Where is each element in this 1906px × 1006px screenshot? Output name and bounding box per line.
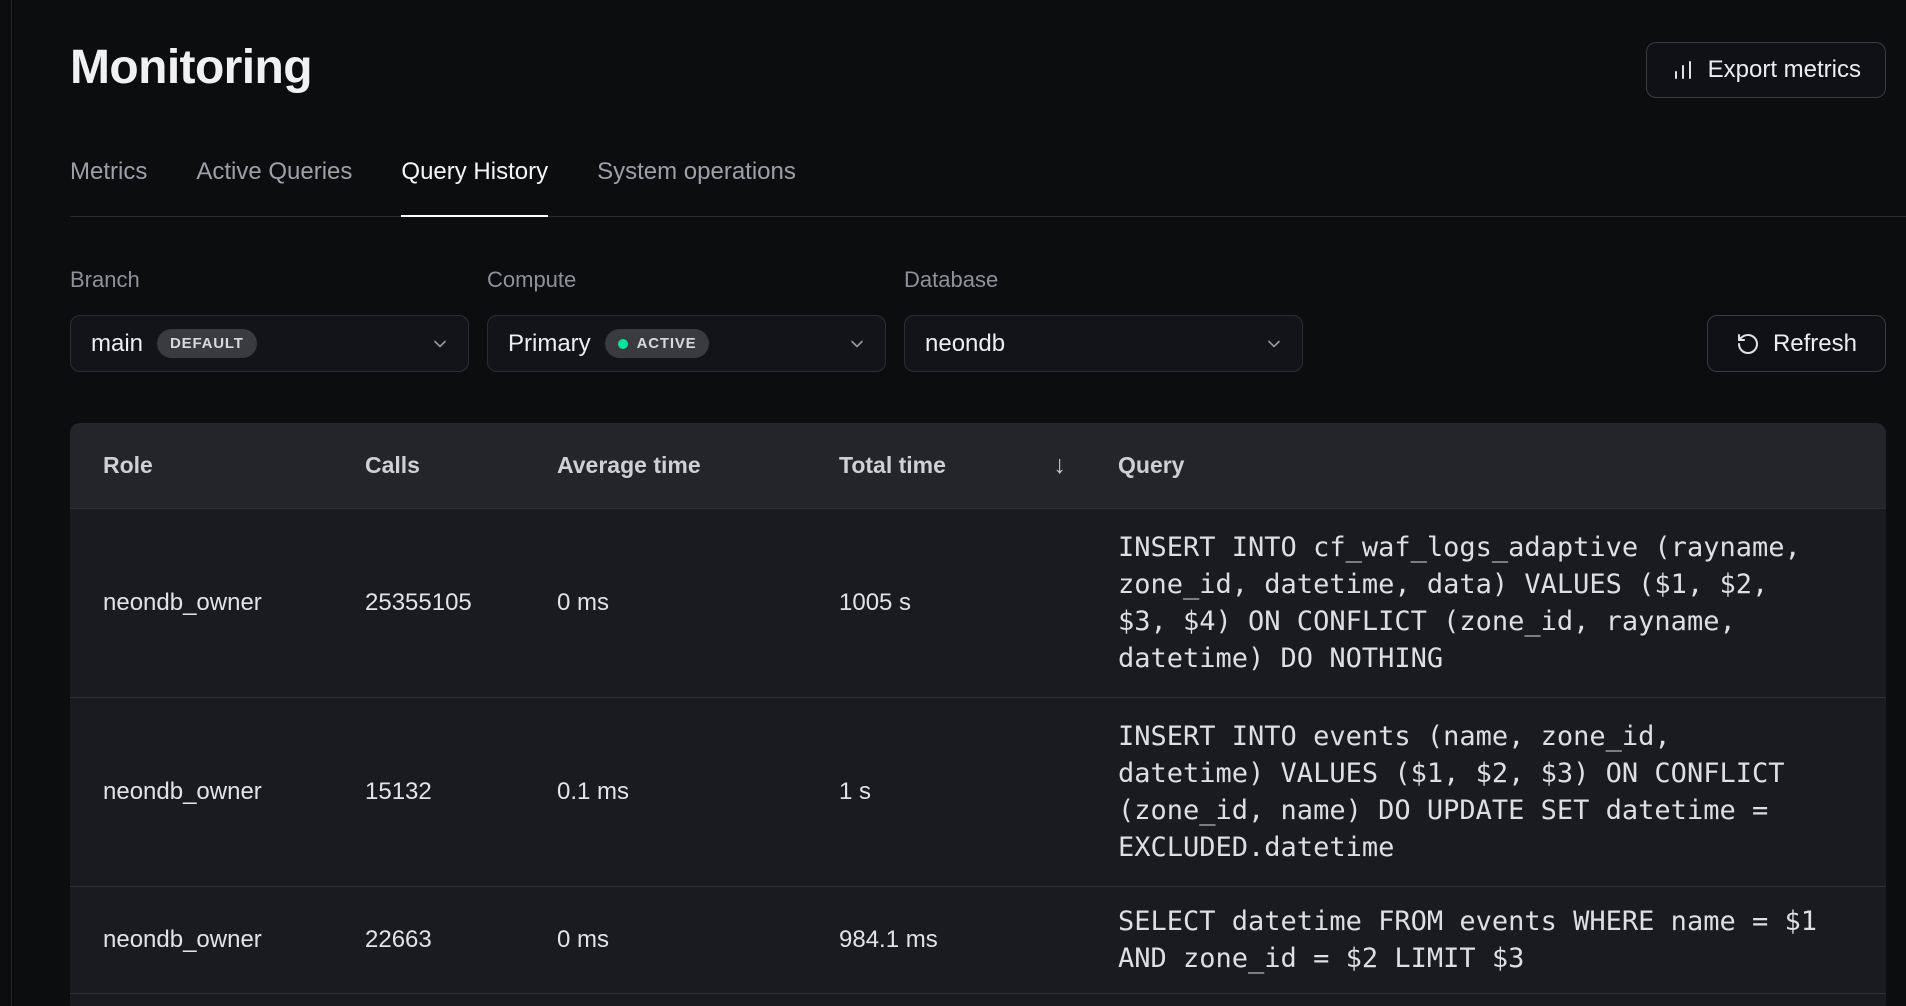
table-row[interactable]: neondb_owner 15132 0.1 ms 1 s INSERT INT… xyxy=(70,697,1886,886)
active-badge: ACTIVE xyxy=(605,329,710,358)
branch-value: main xyxy=(91,330,143,358)
cell-calls: 25355105 xyxy=(365,589,557,617)
cell-query: SELECT datetime FROM events WHERE name =… xyxy=(1118,903,1825,977)
compute-select[interactable]: Primary ACTIVE xyxy=(487,315,886,372)
database-filter: Database neondb xyxy=(904,267,1303,372)
tab-active-queries[interactable]: Active Queries xyxy=(196,158,352,216)
compute-value: Primary xyxy=(508,330,591,358)
tab-metrics[interactable]: Metrics xyxy=(70,158,147,216)
compute-filter: Compute Primary ACTIVE xyxy=(487,267,886,372)
branch-label: Branch xyxy=(70,267,469,293)
cell-average-time: 0 ms xyxy=(557,589,839,617)
page-header: Monitoring Export metrics xyxy=(70,0,1886,98)
database-value: neondb xyxy=(925,330,1005,358)
cell-calls: 15132 xyxy=(365,778,557,806)
page-title: Monitoring xyxy=(70,40,312,96)
monitoring-tabs: Metrics Active Queries Query History Sys… xyxy=(70,158,1906,217)
export-metrics-icon xyxy=(1671,58,1695,82)
column-header-query[interactable]: Query xyxy=(1118,452,1886,479)
cell-total-time: 1005 s xyxy=(839,589,1118,617)
database-label: Database xyxy=(904,267,1303,293)
query-history-table: Role Calls Average time Total time ↓ Que… xyxy=(70,423,1886,1006)
database-select[interactable]: neondb xyxy=(904,315,1303,372)
cell-role: neondb_owner xyxy=(103,589,365,617)
branch-filter: Branch main DEFAULT xyxy=(70,267,469,372)
cell-total-time: 1 s xyxy=(839,778,1118,806)
table-row[interactable]: neondb_owner 25355105 0 ms 1005 s INSERT… xyxy=(70,508,1886,697)
cell-query: INSERT INTO cf_waf_logs_adaptive (raynam… xyxy=(1118,529,1825,677)
tab-query-history[interactable]: Query History xyxy=(401,158,548,216)
cell-total-time: 984.1 ms xyxy=(839,926,1118,954)
chevron-down-icon xyxy=(1264,334,1284,354)
column-header-total-time-label: Total time xyxy=(839,452,946,479)
table-header: Role Calls Average time Total time ↓ Que… xyxy=(70,423,1886,508)
compute-label: Compute xyxy=(487,267,886,293)
refresh-button[interactable]: Refresh xyxy=(1707,315,1886,372)
cell-average-time: 0.1 ms xyxy=(557,778,839,806)
cell-role: neondb_owner xyxy=(103,926,365,954)
export-metrics-button[interactable]: Export metrics xyxy=(1646,42,1886,98)
export-metrics-label: Export metrics xyxy=(1708,56,1861,84)
column-header-total-time[interactable]: Total time ↓ xyxy=(839,451,1118,480)
cell-query: INSERT INTO events (name, zone_id, datet… xyxy=(1118,718,1825,866)
branch-select[interactable]: main DEFAULT xyxy=(70,315,469,372)
cell-role: neondb_owner xyxy=(103,778,365,806)
cell-calls: 22663 xyxy=(365,926,557,954)
refresh-icon xyxy=(1736,332,1760,356)
chevron-down-icon xyxy=(847,334,867,354)
active-badge-label: ACTIVE xyxy=(637,335,697,352)
sidebar-edge-divider xyxy=(11,0,12,1006)
refresh-label: Refresh xyxy=(1773,330,1857,358)
table-row-partial xyxy=(70,993,1886,1006)
filters-bar: Branch main DEFAULT Compute Primary ACTI… xyxy=(70,267,1886,372)
sort-desc-icon[interactable]: ↓ xyxy=(1054,451,1067,480)
monitoring-page: Monitoring Export metrics Metrics Active… xyxy=(0,0,1906,1006)
chevron-down-icon xyxy=(430,334,450,354)
active-status-dot xyxy=(618,339,628,349)
tab-system-operations[interactable]: System operations xyxy=(597,158,796,216)
default-badge: DEFAULT xyxy=(157,329,257,358)
column-header-average-time[interactable]: Average time xyxy=(557,452,839,479)
column-header-role[interactable]: Role xyxy=(103,452,365,479)
table-row[interactable]: neondb_owner 22663 0 ms 984.1 ms SELECT … xyxy=(70,886,1886,993)
column-header-calls[interactable]: Calls xyxy=(365,452,557,479)
cell-average-time: 0 ms xyxy=(557,926,839,954)
